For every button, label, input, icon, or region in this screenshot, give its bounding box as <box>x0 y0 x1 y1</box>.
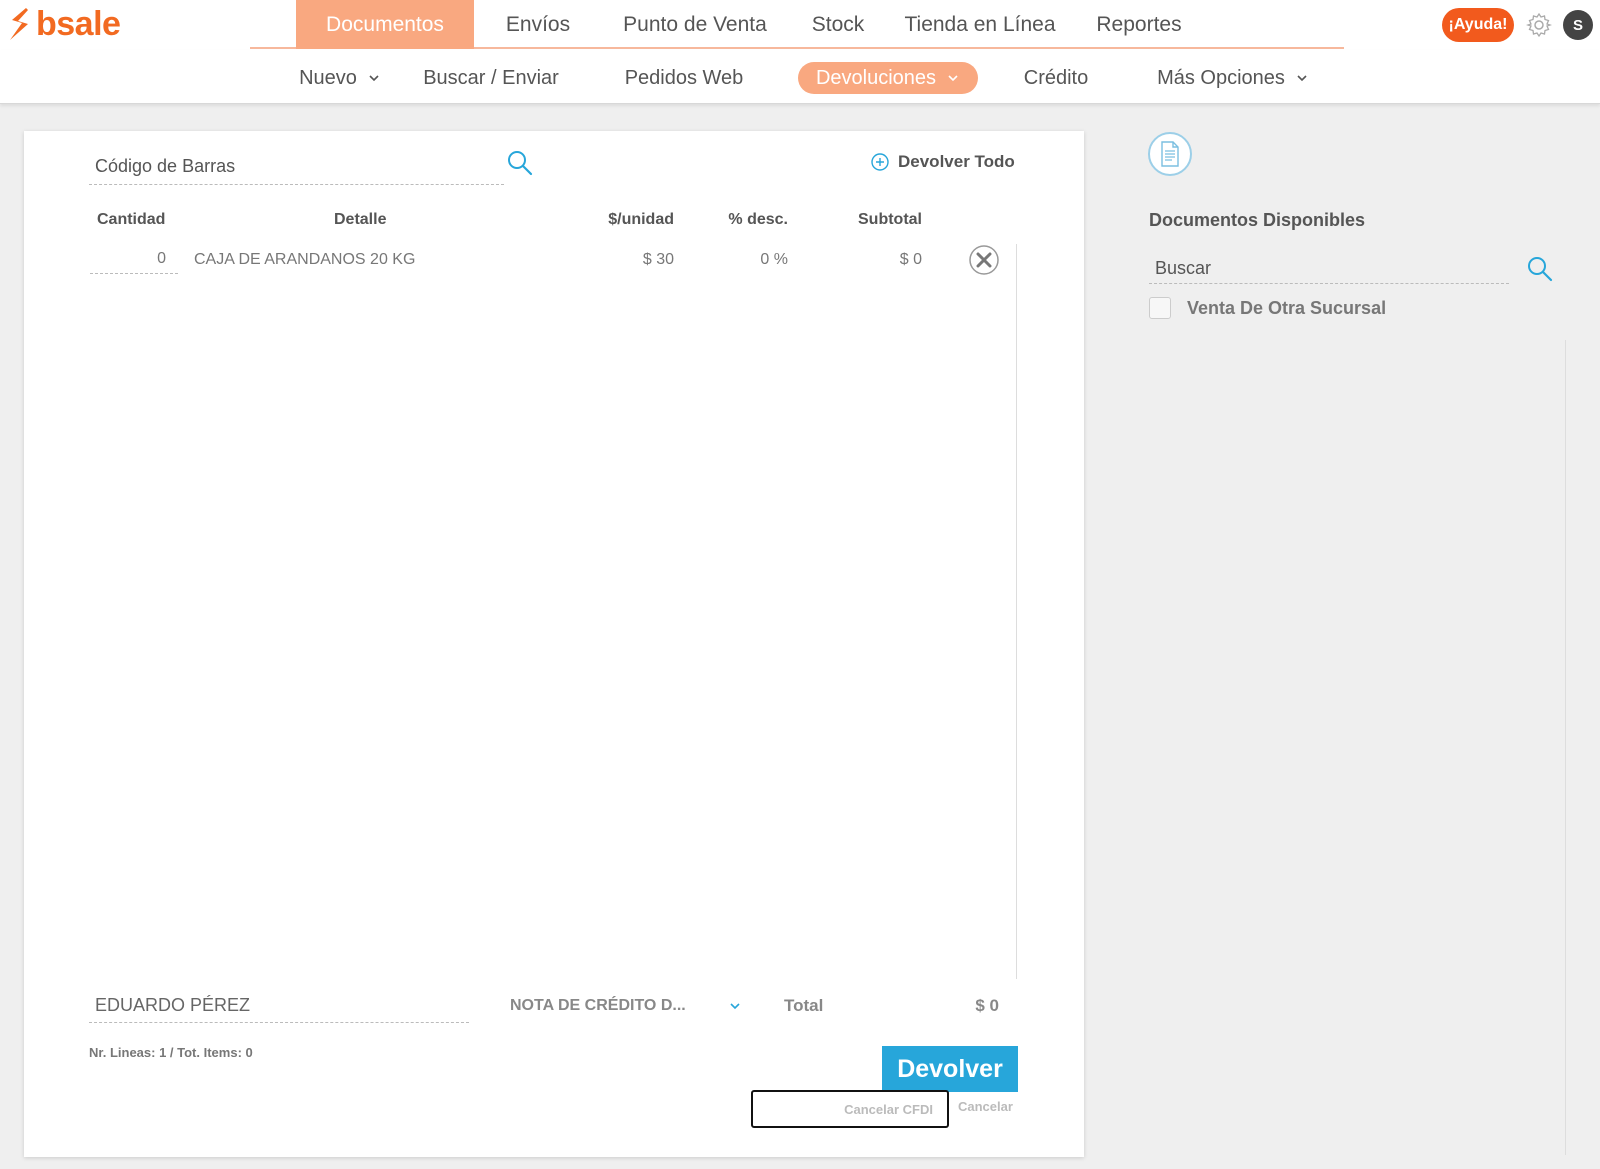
chevron-down-icon <box>1297 75 1307 82</box>
subnav-mas-opciones[interactable]: Más Opciones <box>1152 62 1314 94</box>
bsale-logo[interactable]: bsale <box>6 4 121 44</box>
document-icon <box>1161 141 1179 167</box>
subnav-credito[interactable]: Crédito <box>1018 62 1094 94</box>
chevron-down-icon <box>948 75 958 82</box>
return-all-button[interactable]: Devolver Todo <box>870 149 1015 175</box>
subnav-nuevo[interactable]: Nuevo <box>290 62 390 94</box>
plus-circle-icon <box>871 153 889 171</box>
col-header-detail: Detalle <box>334 211 387 228</box>
subnav-pedidos-web[interactable]: Pedidos Web <box>622 62 746 94</box>
subnav-buscar-enviar-label: Buscar / Enviar <box>423 66 559 89</box>
search-icon[interactable] <box>506 149 534 177</box>
col-header-unit-price: $/unidad <box>608 211 674 228</box>
main-nav: Documentos Envíos Punto de Venta Stock T… <box>250 0 1344 49</box>
bsale-mark-icon <box>10 8 28 40</box>
subnav-buscar-enviar[interactable]: Buscar / Enviar <box>420 62 562 94</box>
logo-text: bsale <box>36 4 121 43</box>
main-nav-tienda-en-linea[interactable]: Tienda en Línea <box>888 0 1072 49</box>
subnav-devoluciones[interactable]: Devoluciones <box>798 62 978 94</box>
subnav-devoluciones-label: Devoluciones <box>815 66 937 89</box>
total-value: $ 0 <box>975 996 999 1015</box>
main-nav-envios[interactable]: Envíos <box>474 0 602 49</box>
cancel-cfdi-button[interactable]: Cancelar CFDI <box>751 1090 949 1128</box>
barcode-input[interactable] <box>89 149 504 185</box>
col-header-quantity: Cantidad <box>97 211 166 228</box>
main-nav-documentos[interactable]: Documentos <box>296 0 474 49</box>
row-unit-price: $ 30 <box>642 251 674 268</box>
document-type-value: NOTA DE CRÉDITO D... <box>510 997 686 1014</box>
help-button[interactable]: ¡Ayuda! <box>1442 8 1514 42</box>
returns-panel: Devolver Todo Cantidad Detalle $/unidad … <box>24 131 1084 1157</box>
document-type-select[interactable]: NOTA DE CRÉDITO D... <box>510 993 742 1019</box>
quantity-input[interactable] <box>90 244 178 274</box>
remove-row-icon[interactable] <box>968 244 1000 276</box>
main-nav-stock[interactable]: Stock <box>788 0 888 49</box>
other-branch-checkbox[interactable] <box>1149 297 1171 319</box>
client-input[interactable] <box>89 989 469 1023</box>
return-all-label: Devolver Todo <box>898 152 1015 171</box>
documents-toggle-button[interactable] <box>1148 132 1192 176</box>
main-nav-reportes[interactable]: Reportes <box>1072 0 1206 49</box>
col-header-discount: % desc. <box>728 211 788 228</box>
user-avatar[interactable]: S <box>1563 10 1593 40</box>
return-button[interactable]: Devolver <box>882 1046 1018 1092</box>
row-discount: 0 % <box>760 251 788 268</box>
subnav-nuevo-label: Nuevo <box>299 66 357 89</box>
lines-info: Nr. Lineas: 1 / Tot. Items: 0 <box>89 1045 253 1060</box>
search-icon[interactable] <box>1526 255 1554 283</box>
available-documents-search-input[interactable] <box>1149 254 1509 284</box>
cancel-link[interactable]: Cancelar <box>958 1099 1013 1114</box>
row-detail: CAJA DE ARANDANOS 20 KG <box>194 251 416 268</box>
subnav-credito-label: Crédito <box>1023 66 1089 89</box>
available-documents-title: Documentos Disponibles <box>1149 210 1366 230</box>
main-nav-punto-de-venta[interactable]: Punto de Venta <box>602 0 788 49</box>
subnav-pedidos-web-label: Pedidos Web <box>624 66 744 89</box>
total-label: Total <box>784 996 824 1015</box>
row-subtotal: $ 0 <box>899 251 922 268</box>
right-panel-divider <box>1565 340 1566 1155</box>
subnav-mas-opciones-label: Más Opciones <box>1157 66 1285 89</box>
table-divider <box>1016 244 1017 979</box>
gear-icon[interactable] <box>1524 10 1554 40</box>
col-header-subtotal: Subtotal <box>858 211 922 228</box>
chevron-down-icon <box>369 75 379 82</box>
other-branch-label: Venta De Otra Sucursal <box>1187 298 1387 318</box>
top-navigation-bar: bsale Documentos Envíos Punto de Venta S… <box>0 0 1600 50</box>
sub-navigation-bar: Nuevo Buscar / Enviar Pedidos Web Devolu… <box>0 50 1600 104</box>
chevron-down-icon <box>730 1003 740 1010</box>
